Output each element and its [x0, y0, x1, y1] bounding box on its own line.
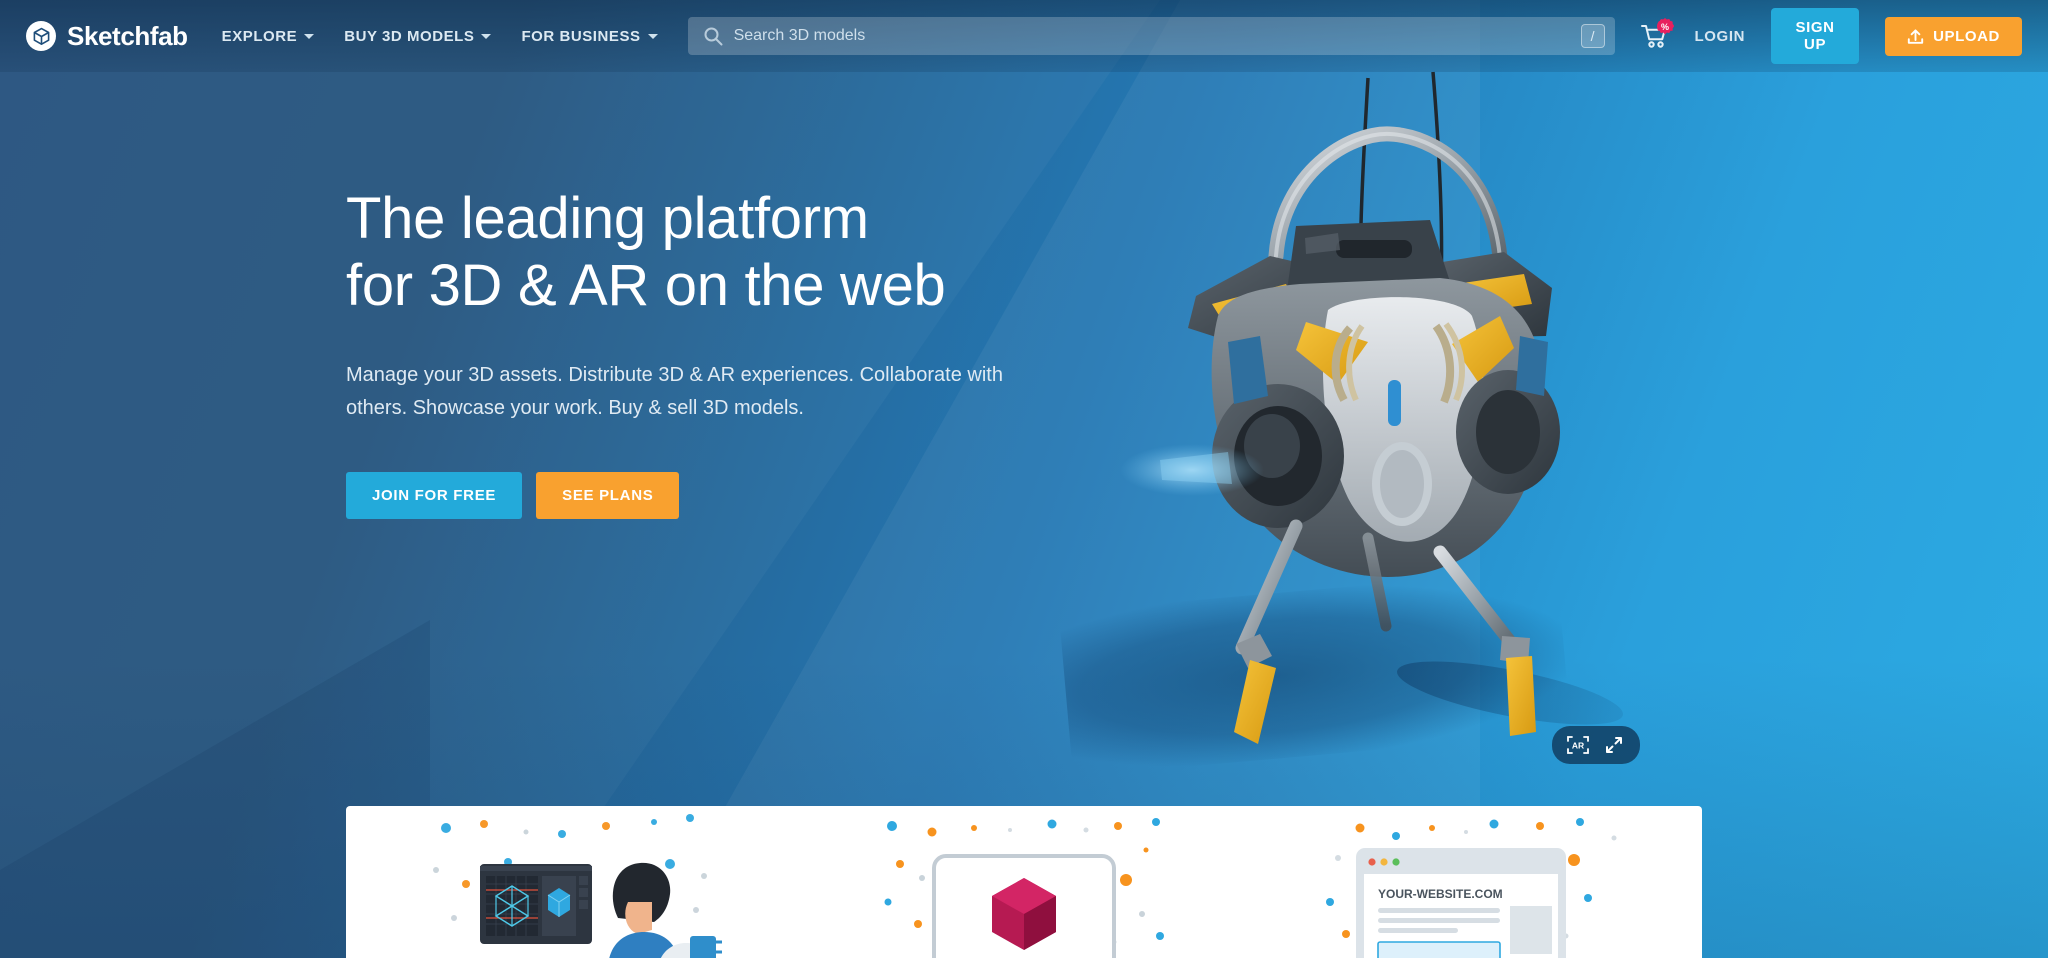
- top-navigation-bar: Sketchfab EXPLORE BUY 3D MODELS FOR BUSI…: [0, 0, 2048, 72]
- search-shortcut-key: /: [1580, 24, 1605, 48]
- brand-logo[interactable]: Sketchfab: [26, 21, 188, 52]
- nav-item-for-business-label: FOR BUSINESS: [521, 27, 641, 45]
- viewer-controls[interactable]: AR: [1552, 726, 1640, 764]
- shopping-cart-button[interactable]: %: [1640, 18, 1674, 49]
- signup-button[interactable]: SIGN UP: [1771, 8, 1860, 64]
- nav-item-buy-3d-models-label: BUY 3D MODELS: [344, 27, 475, 45]
- login-link[interactable]: LOGIN: [1695, 28, 1746, 45]
- feature-item-embed[interactable]: YOUR-WEBSITE.COM: [1250, 806, 1702, 958]
- nav-item-explore[interactable]: EXPLORE: [222, 28, 315, 45]
- fullscreen-expand-icon: [1606, 737, 1622, 753]
- fullscreen-button[interactable]: [1598, 732, 1630, 758]
- search-icon: [704, 27, 723, 46]
- feature-item-view[interactable]: [798, 806, 1250, 958]
- nav-item-buy-3d-models[interactable]: BUY 3D MODELS: [344, 27, 492, 45]
- features-row: YOUR-WEBSITE.COM: [346, 806, 1702, 958]
- ar-brackets-icon: AR: [1567, 736, 1589, 754]
- hero-title-line-1: The leading platform: [346, 186, 869, 251]
- page-root: AR Sketchfab EXPLORE BUY 3D MODELS FOR B…: [0, 0, 2048, 958]
- see-plans-button[interactable]: SEE PLANS: [536, 472, 680, 520]
- nav-item-explore-label: EXPLORE: [221, 27, 298, 45]
- search-input[interactable]: [687, 17, 1615, 55]
- brand-name: Sketchfab: [67, 20, 188, 51]
- upload-button[interactable]: UPLOAD: [1885, 16, 2022, 56]
- chevron-down-icon: [304, 33, 315, 39]
- browser-window-embed-illustration: YOUR-WEBSITE.COM: [1326, 818, 1617, 958]
- drone-3d-model: [1120, 71, 1560, 744]
- nav-links: EXPLORE BUY 3D MODELS FOR BUSINESS: [222, 28, 658, 45]
- join-for-free-button[interactable]: JOIN FOR FREE: [346, 472, 523, 520]
- hero-content: The leading platform for 3D & AR on the …: [346, 186, 1026, 520]
- model-viewer-stage[interactable]: AR: [1058, 60, 1660, 777]
- ar-label: AR: [1572, 741, 1584, 751]
- hero-title-line-2: for 3D & AR on the web: [346, 252, 946, 318]
- nav-right-group: % LOGIN SIGN UP UPLOAD: [1640, 8, 2022, 64]
- features-card: YOUR-WEBSITE.COM: [346, 806, 1702, 958]
- designer-at-3d-modeling-workstation-illustration: [433, 814, 722, 958]
- nav-item-for-business[interactable]: FOR BUSINESS: [521, 27, 658, 45]
- page-title: The leading platform for 3D & AR on the …: [346, 186, 1026, 319]
- hero-cta-group: JOIN FOR FREE SEE PLANS: [346, 472, 1026, 520]
- upload-button-label: UPLOAD: [1933, 27, 2000, 45]
- browser-title: YOUR-WEBSITE.COM: [1378, 887, 1503, 901]
- chevron-down-icon: [481, 33, 492, 39]
- upload-arrow-icon: [1907, 28, 1924, 44]
- mobile-device-with-3d-cube-illustration: [884, 818, 1164, 958]
- chevron-down-icon: [647, 33, 658, 39]
- ar-button[interactable]: AR: [1562, 732, 1594, 758]
- search-container: /: [687, 17, 1615, 55]
- hero-subtitle: Manage your 3D assets. Distribute 3D & A…: [346, 364, 1003, 419]
- cube-logo-icon: [26, 21, 56, 51]
- feature-item-create[interactable]: [346, 806, 798, 958]
